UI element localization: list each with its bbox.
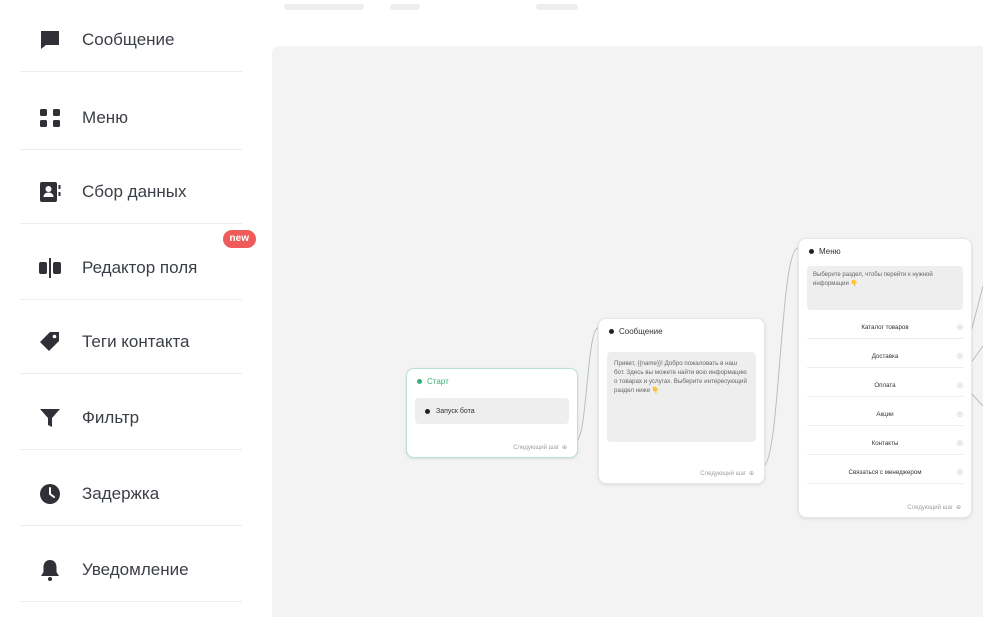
new-badge: new (222, 230, 256, 248)
connector-icon[interactable]: ◎ (957, 439, 963, 447)
sidebar-item-label: Сбор данных (82, 181, 187, 201)
connector-icon[interactable]: ◎ (957, 410, 963, 418)
menu-button[interactable]: Оплата ◎ (807, 374, 963, 397)
field-editor-icon (36, 254, 64, 282)
clock-icon (36, 480, 64, 508)
status-dot (609, 329, 614, 334)
menu-button-label: Оплата (874, 381, 896, 389)
sidebar-item-message[interactable]: Сообщение (20, 8, 242, 72)
message-node[interactable]: Сообщение Привет, {{name}}! Добро пожало… (598, 318, 765, 484)
contact-card-icon (36, 178, 64, 206)
sidebar-item-filter[interactable]: Фильтр (20, 386, 242, 450)
bell-icon (36, 556, 64, 584)
sidebar-item-label: Теги контакта (82, 331, 190, 351)
node-title: Меню (819, 247, 841, 256)
sidebar-item-notification[interactable]: Уведомление (20, 538, 242, 602)
menu-button[interactable]: Связаться с менеджером ◎ (807, 461, 963, 484)
sidebar-item-label: Редактор поля (82, 257, 198, 277)
sidebar-item-delay[interactable]: Задержка (20, 462, 242, 526)
next-step-label: Следующий шаг (907, 505, 953, 511)
blocks-sidebar: Сообщение Меню Сбор данных Редактор поля… (0, 0, 272, 617)
menu-text: Выберите раздел, чтобы перейти к нужной … (807, 266, 963, 310)
next-step-label: Следующий шаг (513, 445, 559, 451)
connector-icon[interactable]: ◎ (957, 468, 963, 476)
menu-button-label: Каталог товаров (861, 323, 909, 331)
connector-icon[interactable]: ◎ (957, 381, 963, 389)
next-step-label: Следующий шаг (700, 471, 746, 477)
canvas-toolbar (272, 0, 983, 46)
menu-node[interactable]: Меню Выберите раздел, чтобы перейти к ну… (798, 238, 972, 518)
menu-button[interactable]: Контакты ◎ (807, 432, 963, 455)
next-step-connector[interactable]: Следующий шаг ⊕ (700, 470, 754, 477)
message-text: Привет, {{name}}! Добро пожаловать в наш… (607, 352, 756, 442)
sidebar-item-label: Уведомление (82, 559, 189, 579)
connection-line (762, 247, 799, 467)
connector-icon: ⊕ (955, 505, 961, 511)
next-step-connector[interactable]: Следующий шаг ⊕ (907, 504, 961, 511)
node-title: Сообщение (619, 327, 663, 336)
connection-line (575, 327, 599, 442)
sidebar-item-contact-tags[interactable]: Теги контакта (20, 310, 242, 374)
sidebar-item-label: Меню (82, 107, 128, 127)
menu-button-label: Доставка (871, 352, 899, 360)
status-dot (417, 379, 422, 384)
connector-icon: ⊕ (561, 445, 567, 451)
menu-button-label: Связаться с менеджером (848, 468, 922, 476)
sidebar-item-label: Задержка (82, 483, 160, 503)
menu-button[interactable]: Каталог товаров ◎ (807, 316, 963, 339)
node-title: Старт (427, 377, 449, 386)
menu-button[interactable]: Доставка ◎ (807, 345, 963, 368)
message-icon (36, 26, 64, 54)
connector-icon[interactable]: ◎ (957, 323, 963, 331)
tag-icon (36, 328, 64, 356)
menu-button-label: Контакты (871, 439, 899, 447)
trigger-item[interactable]: Запуск бота (415, 398, 569, 424)
start-node[interactable]: Старт Запуск бота Следующий шаг ⊕ (406, 368, 578, 458)
menu-button[interactable]: Акции ◎ (807, 403, 963, 426)
connector-icon: ⊕ (748, 471, 754, 477)
menu-button-label: Акции (876, 410, 894, 418)
menu-grid-icon (36, 104, 64, 132)
trigger-label: Запуск бота (436, 407, 475, 415)
sidebar-item-label: Фильтр (82, 407, 140, 427)
status-dot (809, 249, 814, 254)
sidebar-item-data-collection[interactable]: Сбор данных (20, 160, 242, 224)
sidebar-item-label: Сообщение (82, 29, 175, 49)
next-step-connector[interactable]: Следующий шаг ⊕ (513, 444, 567, 451)
trigger-dot (425, 408, 430, 414)
connector-icon[interactable]: ◎ (957, 352, 963, 360)
sidebar-item-field-editor[interactable]: Редактор поля new (20, 230, 256, 300)
sidebar-item-menu[interactable]: Меню (20, 86, 242, 150)
filter-icon (36, 404, 64, 432)
flow-canvas[interactable]: Старт Запуск бота Следующий шаг ⊕ Сообщен… (272, 46, 983, 617)
